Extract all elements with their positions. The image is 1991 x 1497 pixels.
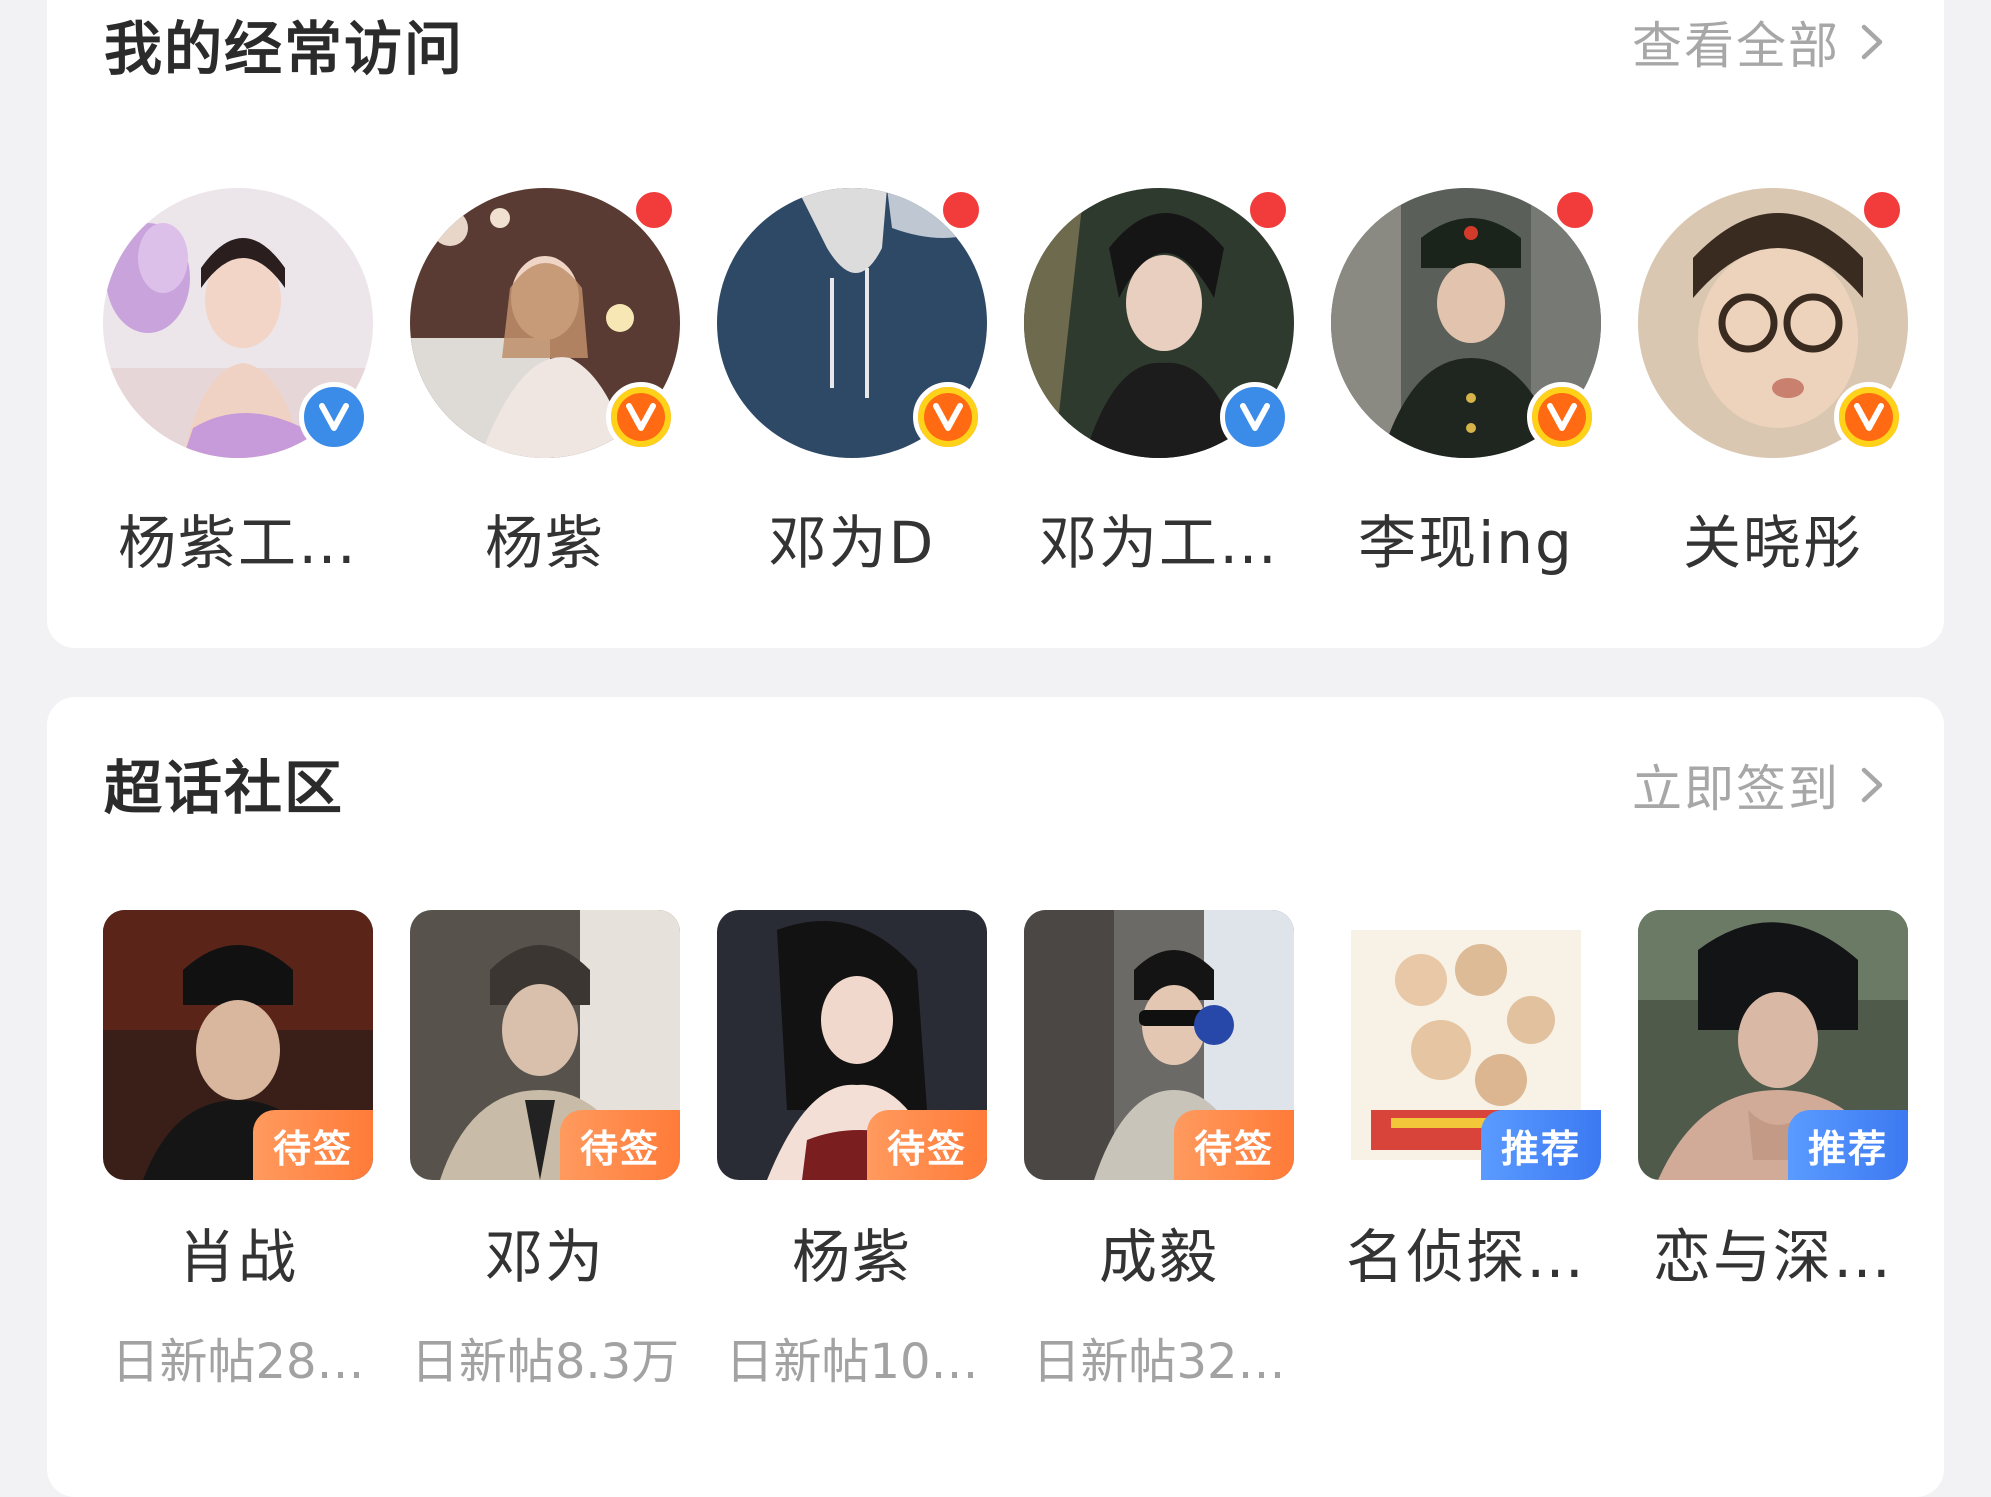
topic-daily-posts: 日新帖8.3万 (410, 1334, 680, 1390)
visit-name: 李现ing (1358, 509, 1574, 577)
topic-daily-posts: 日新帖32… (1032, 1334, 1286, 1390)
visit-name: 邓为工… (1038, 509, 1279, 577)
checkin-link[interactable]: 立即签到 (1632, 749, 1888, 821)
update-dot (1246, 188, 1290, 232)
update-dot (1553, 188, 1597, 232)
topic-item[interactable]: 推荐 名侦探… (1331, 910, 1601, 1430)
recommend-tag: 推荐 (1788, 1110, 1908, 1180)
update-dot (939, 188, 983, 232)
super-topics-card: 超话社区 立即签到 待签 肖战 日新帖28… 待签 邓为 日新帖8.3万 待签 … (47, 697, 1944, 1497)
topic-thumbnail: 待签 (1024, 910, 1294, 1180)
topic-thumbnail: 推荐 (1331, 910, 1601, 1180)
frequent-visits-card: 我的经常访问 查看全部 杨紫工… 杨紫 邓为D 邓为工… 李现ing 关晓彤 (47, 0, 1944, 648)
topic-thumbnail: 推荐 (1638, 910, 1908, 1180)
topic-name: 肖战 (177, 1223, 298, 1291)
recommend-tag: 推荐 (1481, 1110, 1601, 1180)
visit-item[interactable]: 李现ing (1331, 188, 1601, 577)
topic-item[interactable]: 待签 成毅 日新帖32… (1024, 910, 1294, 1430)
visit-item[interactable]: 邓为D (717, 188, 987, 577)
visit-item[interactable]: 邓为工… (1024, 188, 1294, 577)
visit-name: 杨紫工… (117, 509, 358, 577)
pending-checkin-tag: 待签 (253, 1110, 373, 1180)
frequent-visits-title: 我的经常访问 (104, 15, 465, 83)
topic-name: 恋与深… (1652, 1223, 1893, 1291)
visit-item[interactable]: 杨紫工… (103, 188, 373, 577)
verified-gold-icon (1527, 382, 1597, 452)
topic-item[interactable]: 待签 杨紫 日新帖10… (717, 910, 987, 1430)
topic-name: 邓为 (484, 1223, 605, 1291)
pending-checkin-tag: 待签 (560, 1110, 680, 1180)
view-all-link[interactable]: 查看全部 (1632, 6, 1888, 78)
topic-thumbnail: 待签 (103, 910, 373, 1180)
topic-name: 杨紫 (791, 1223, 912, 1291)
pending-checkin-tag: 待签 (867, 1110, 987, 1180)
topic-daily-posts: 日新帖10… (725, 1334, 979, 1390)
checkin-label: 立即签到 (1632, 760, 1840, 818)
view-all-label: 查看全部 (1632, 17, 1840, 75)
topic-item[interactable]: 推荐 恋与深… (1638, 910, 1908, 1430)
verified-gold-icon (913, 382, 983, 452)
topic-thumbnail: 待签 (410, 910, 680, 1180)
chevron-right-icon (1858, 17, 1888, 67)
visit-name: 杨紫 (484, 509, 605, 577)
visit-item[interactable]: 杨紫 (410, 188, 680, 577)
topic-daily-posts: 日新帖28… (111, 1334, 365, 1390)
update-dot (632, 188, 676, 232)
verified-blue-icon (1220, 382, 1290, 452)
visit-item[interactable]: 关晓彤 (1638, 188, 1908, 577)
verified-blue-icon (299, 382, 369, 452)
topic-item[interactable]: 待签 邓为 日新帖8.3万 (410, 910, 680, 1430)
topic-name: 成毅 (1098, 1223, 1219, 1291)
pending-checkin-tag: 待签 (1174, 1110, 1294, 1180)
super-topics-title: 超话社区 (104, 754, 345, 822)
visit-name: 邓为D (768, 509, 936, 577)
topic-name: 名侦探… (1345, 1223, 1586, 1291)
visit-name: 关晓彤 (1682, 509, 1863, 577)
topic-item[interactable]: 待签 肖战 日新帖28… (103, 910, 373, 1430)
verified-gold-icon (1834, 382, 1904, 452)
update-dot (1860, 188, 1904, 232)
verified-gold-icon (606, 382, 676, 452)
chevron-right-icon (1858, 760, 1888, 810)
topic-thumbnail: 待签 (717, 910, 987, 1180)
